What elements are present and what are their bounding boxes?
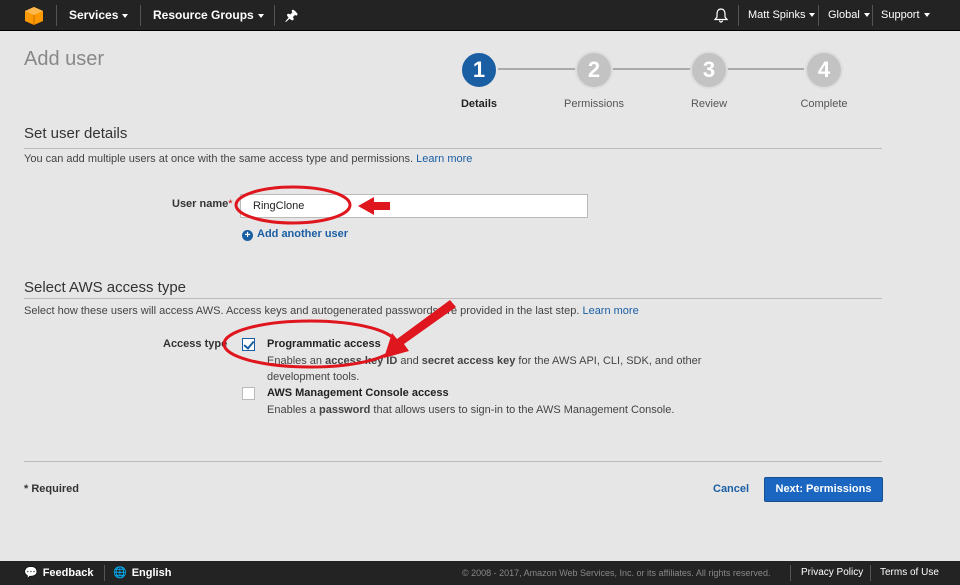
privacy-policy-link[interactable]: Privacy Policy (801, 561, 863, 585)
annotation-ellipse (234, 185, 352, 225)
feedback-button[interactable]: 💬 Feedback (24, 561, 93, 585)
annotation-overlay (222, 185, 456, 369)
speech-bubble-icon: 💬 (24, 567, 38, 579)
footer: 💬 Feedback 🌐 English © 2008 - 2017, Amazon… (0, 561, 960, 585)
language-selector[interactable]: 🌐 English (113, 561, 171, 585)
globe-icon: 🌐 (113, 567, 127, 579)
annotation-arrow (384, 300, 456, 358)
terms-of-use-link[interactable]: Terms of Use (880, 561, 939, 585)
copyright-text: © 2008 - 2017, Amazon Web Services, Inc.… (462, 568, 771, 578)
annotation-arrow (358, 197, 390, 215)
annotation-ellipse (222, 319, 398, 369)
